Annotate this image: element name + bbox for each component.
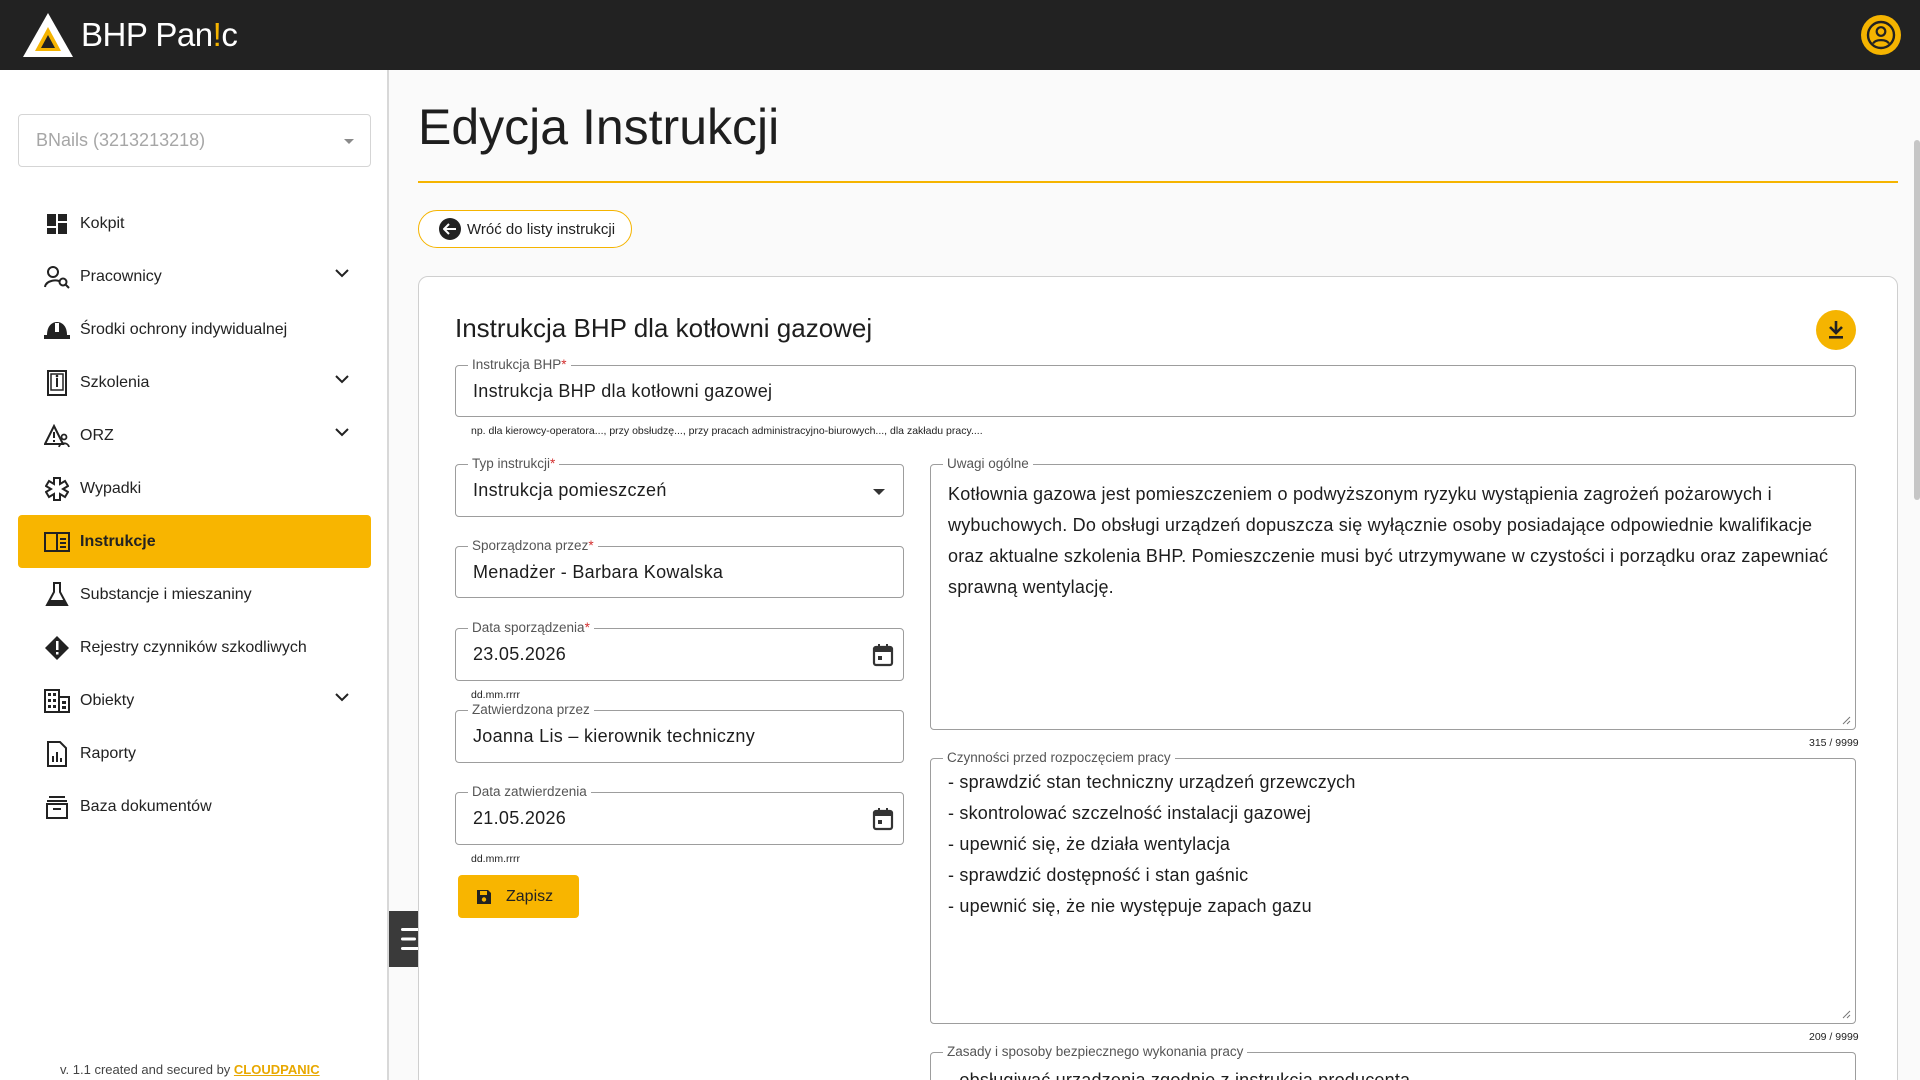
calendar-icon[interactable]	[872, 643, 894, 667]
download-button[interactable]	[1816, 310, 1856, 350]
logo-triangle-icon	[23, 13, 73, 57]
user-account-button[interactable]	[1861, 15, 1901, 55]
author-value: Menadżer - Barbara Kowalska	[473, 562, 724, 582]
company-select-value: BNails (3213213218)	[36, 130, 206, 150]
report-icon	[44, 740, 70, 767]
training-book-icon	[44, 369, 70, 396]
safe-work-textarea[interactable]: Zasady i sposoby bezpiecznego wykonania …	[930, 1044, 1856, 1080]
chevron-down-icon	[335, 428, 349, 437]
approved-by-field[interactable]: Zatwierdzona przez Joanna Lis – kierowni…	[455, 702, 904, 763]
sidebar-item-wypadki[interactable]: Wypadki	[18, 462, 371, 515]
author-field[interactable]: Sporządzona przez* Menadżer - Barbara Ko…	[455, 538, 904, 598]
sidebar-item-substancje[interactable]: Substancje i mieszaniny	[18, 568, 371, 621]
resize-grip-icon[interactable]	[1842, 1010, 1851, 1019]
account-circle-icon	[1866, 20, 1896, 50]
general-notes-value: Kotłownia gazowa jest pomieszczeniem o p…	[948, 484, 1829, 597]
company-select[interactable]: BNails (3213213218)	[18, 114, 371, 167]
instruction-type-label: Typ instrukcji*	[468, 456, 560, 471]
save-icon	[477, 889, 491, 904]
instruction-form-card: Instrukcja BHP dla kotłowni gazowej Inst…	[418, 276, 1898, 1080]
warning-person-icon	[44, 423, 70, 449]
card-title: Instrukcja BHP dla kotłowni gazowej	[455, 313, 873, 343]
hazard-diamond-icon	[44, 635, 70, 661]
medical-cross-icon	[44, 476, 70, 502]
general-notes-label: Uwagi ogólne	[943, 456, 1033, 471]
created-date-field[interactable]: Data sporządzenia* 23.05.2026	[455, 620, 904, 681]
sidebar-item-baza-dokumentow[interactable]: Baza dokumentów	[18, 780, 371, 833]
resize-grip-icon[interactable]	[1842, 716, 1851, 725]
sidebar: BNails (3213213218) Kokpit Pracownicy Śr…	[0, 70, 389, 1080]
sidebar-item-obiekty[interactable]: Obiekty	[18, 674, 371, 727]
main-content: Edycja Instrukcji Wróć do listy instrukc…	[391, 70, 1920, 1080]
instruction-name-hint: np. dla kierowcy-operatora..., przy obsł…	[471, 425, 983, 437]
before-work-textarea[interactable]: Czynności przed rozpoczęciem pracy - spr…	[930, 750, 1856, 1024]
app-logo[interactable]: BHP Pan!c	[21, 11, 238, 59]
before-work-counter: 209 / 9999	[1809, 1031, 1859, 1043]
instructions-book-icon	[44, 529, 70, 555]
instruction-name-label: Instrukcja BHP*	[468, 357, 571, 372]
sidebar-item-srodki-ochrony[interactable]: Środki ochrony indywidualnej	[18, 303, 371, 356]
sidebar-item-pracownicy[interactable]: Pracownicy	[18, 250, 371, 303]
sidebar-item-rejestry[interactable]: Rejestry czynników szkodliwych	[18, 621, 371, 674]
instruction-name-value: Instrukcja BHP dla kotłowni gazowej	[473, 381, 773, 401]
approved-by-value: Joanna Lis – kierownik techniczny	[473, 726, 756, 746]
before-work-label: Czynności przed rozpoczęciem pracy	[943, 750, 1175, 765]
safe-work-label: Zasady i sposoby bezpiecznego wykonania …	[943, 1044, 1248, 1059]
back-to-list-button[interactable]: Wróć do listy instrukcji	[418, 210, 633, 248]
instruction-type-value: Instrukcja pomieszczeń	[473, 480, 667, 500]
top-app-bar: BHP Pan!c	[0, 0, 1920, 70]
chevron-down-icon	[335, 269, 349, 278]
calendar-icon[interactable]	[872, 807, 894, 831]
approved-date-label: Data zatwierdzenia	[468, 784, 591, 799]
general-notes-counter: 315 / 9999	[1809, 737, 1859, 749]
download-icon	[1829, 321, 1843, 339]
sidebar-item-szkolenia[interactable]: Szkolenia	[18, 356, 371, 409]
author-label: Sporządzona przez*	[468, 538, 598, 553]
page-scrollbar[interactable]	[1914, 140, 1920, 500]
approved-date-value: 21.05.2026	[473, 808, 567, 828]
instruction-type-select[interactable]: Typ instrukcji* Instrukcja pomieszczeń	[455, 456, 904, 517]
archive-icon	[44, 794, 70, 820]
sidebar-item-instrukcje[interactable]: Instrukcje	[18, 515, 371, 568]
approved-date-hint: dd.mm.rrrr	[471, 853, 520, 865]
version-footer: v. 1.1 created and secured by CLOUDPANIC	[60, 1062, 320, 1077]
page-title: Edycja Instrukcji	[418, 99, 780, 155]
before-work-value: - sprawdzić stan techniczny urządzeń grz…	[948, 772, 1356, 916]
instruction-name-field[interactable]: Instrukcja BHP* Instrukcja BHP dla kotło…	[455, 357, 1856, 417]
save-button[interactable]: Zapisz	[458, 875, 579, 918]
safe-work-value: - obsługiwać urządzenia zgodnie z instru…	[948, 1070, 1411, 1080]
chevron-down-icon	[344, 139, 354, 144]
flask-icon	[44, 581, 70, 608]
created-date-value: 23.05.2026	[473, 644, 567, 664]
sidebar-item-kokpit[interactable]: Kokpit	[18, 197, 371, 250]
created-date-hint: dd.mm.rrrr	[471, 689, 520, 701]
title-divider	[418, 181, 1898, 183]
chevron-down-icon	[335, 693, 349, 702]
approved-date-field[interactable]: Data zatwierdzenia 21.05.2026	[455, 784, 904, 845]
cloudpanic-link[interactable]: CLOUDPANIC	[234, 1062, 320, 1077]
sidebar-item-raporty[interactable]: Raporty	[18, 727, 371, 780]
sidebar-item-orz[interactable]: ORZ	[18, 409, 371, 462]
building-icon	[44, 688, 70, 714]
brand-name: BHP Pan!c	[81, 16, 238, 53]
chevron-down-icon	[873, 489, 885, 495]
general-notes-textarea[interactable]: Uwagi ogólne Kotłownia gazowa jest pomie…	[930, 456, 1856, 730]
sidebar-nav: Kokpit Pracownicy Środki ochrony indywid…	[18, 197, 371, 833]
approved-by-label: Zatwierdzona przez	[468, 702, 594, 717]
person-search-icon	[44, 264, 70, 290]
chevron-down-icon	[335, 375, 349, 384]
dashboard-icon	[44, 211, 70, 237]
created-date-label: Data sporządzenia*	[468, 620, 594, 635]
helmet-icon	[44, 317, 70, 343]
arrow-back-icon	[439, 218, 461, 240]
